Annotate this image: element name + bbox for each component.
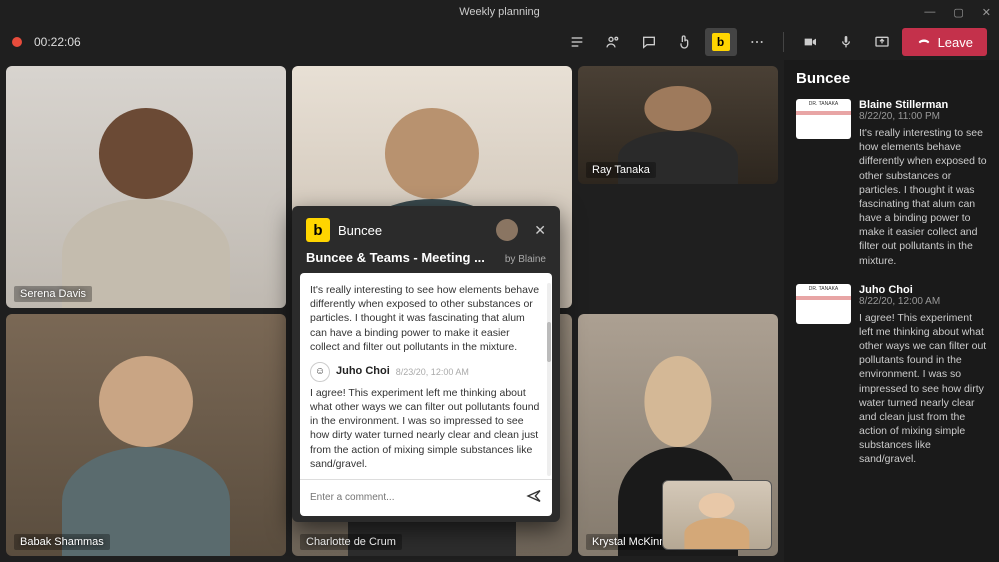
buncee-logo-icon: b: [306, 218, 330, 242]
slide-thumbnail: DR. TANAKA: [796, 99, 851, 139]
popup-subtitle: Buncee & Teams - Meeting ...: [306, 250, 485, 265]
comment-date: 8/22/20, 11:00 PM: [859, 111, 987, 122]
window-controls: — ▢ ✕: [924, 6, 991, 19]
microphone-button[interactable]: [830, 28, 862, 56]
maximize-button[interactable]: ▢: [953, 6, 963, 19]
popup-body: It's really interesting to see how eleme…: [300, 273, 552, 516]
participant-name: Charlotte de Crum: [300, 534, 402, 550]
participant-name: Babak Shammas: [14, 534, 110, 550]
panel-title: Buncee: [796, 70, 987, 87]
popup-close-button[interactable]: ✕: [534, 222, 546, 239]
self-view-pip[interactable]: [662, 480, 772, 550]
video-tile-serena[interactable]: Serena Davis: [6, 66, 286, 308]
meeting-toolbar: 00:22:06 b Leave: [0, 24, 999, 60]
window-title: Weekly planning: [459, 6, 540, 18]
comment-author: Juho Choi: [859, 284, 987, 296]
participants-list-button[interactable]: [561, 28, 593, 56]
popup-byline: by Blaine: [505, 254, 546, 265]
comment-card[interactable]: DR. TANAKA Blaine Stillerman 8/22/20, 11…: [796, 99, 987, 268]
close-window-button[interactable]: ✕: [982, 6, 991, 19]
leave-label: Leave: [938, 35, 973, 50]
comment-author: Blaine Stillerman: [859, 99, 987, 111]
reply-avatar-icon: ☺: [310, 362, 330, 382]
video-grid: Serena Davis Ray Tanaka Danielle Booker …: [0, 60, 784, 562]
people-button[interactable]: [597, 28, 629, 56]
reply-author: Juho Choi: [336, 364, 390, 379]
reply-date: 8/23/20, 12:00 AM: [396, 366, 469, 378]
participant-name: Ray Tanaka: [586, 162, 656, 178]
buncee-popup: b Buncee ✕ Buncee & Teams - Meeting ... …: [292, 206, 560, 522]
video-tile-ray[interactable]: Ray Tanaka: [578, 66, 778, 184]
raise-hand-button[interactable]: [669, 28, 701, 56]
comment-card[interactable]: DR. TANAKA Juho Choi 8/22/20, 12:00 AM I…: [796, 284, 987, 467]
buncee-app-button[interactable]: b: [705, 28, 737, 56]
share-screen-button[interactable]: [866, 28, 898, 56]
leave-button[interactable]: Leave: [902, 28, 987, 56]
comment-text: It's really interesting to see how eleme…: [859, 126, 987, 268]
call-timer: 00:22:06: [34, 35, 81, 49]
slide-thumbnail: DR. TANAKA: [796, 284, 851, 324]
title-bar: Weekly planning — ▢ ✕: [0, 0, 999, 24]
recording-indicator-icon: [12, 37, 22, 47]
more-actions-button[interactable]: [741, 28, 773, 56]
comment-text: I agree! This experiment left me thinkin…: [859, 311, 987, 467]
buncee-side-panel: Buncee DR. TANAKA Blaine Stillerman 8/22…: [784, 60, 999, 562]
minimize-button[interactable]: —: [924, 6, 935, 19]
participant-name: Serena Davis: [14, 286, 92, 302]
camera-button[interactable]: [794, 28, 826, 56]
popup-app-name: Buncee: [338, 223, 382, 238]
send-comment-button[interactable]: [526, 488, 542, 508]
comment-input[interactable]: [310, 492, 526, 503]
reply-text: I agree! This experiment left me thinkin…: [310, 386, 542, 471]
popup-scrollbar[interactable]: [547, 283, 551, 476]
chat-button[interactable]: [633, 28, 665, 56]
popup-comment-text: It's really interesting to see how eleme…: [310, 283, 542, 354]
popup-user-avatar: [496, 219, 518, 241]
video-tile-babak[interactable]: Babak Shammas: [6, 314, 286, 556]
comment-date: 8/22/20, 12:00 AM: [859, 296, 987, 307]
